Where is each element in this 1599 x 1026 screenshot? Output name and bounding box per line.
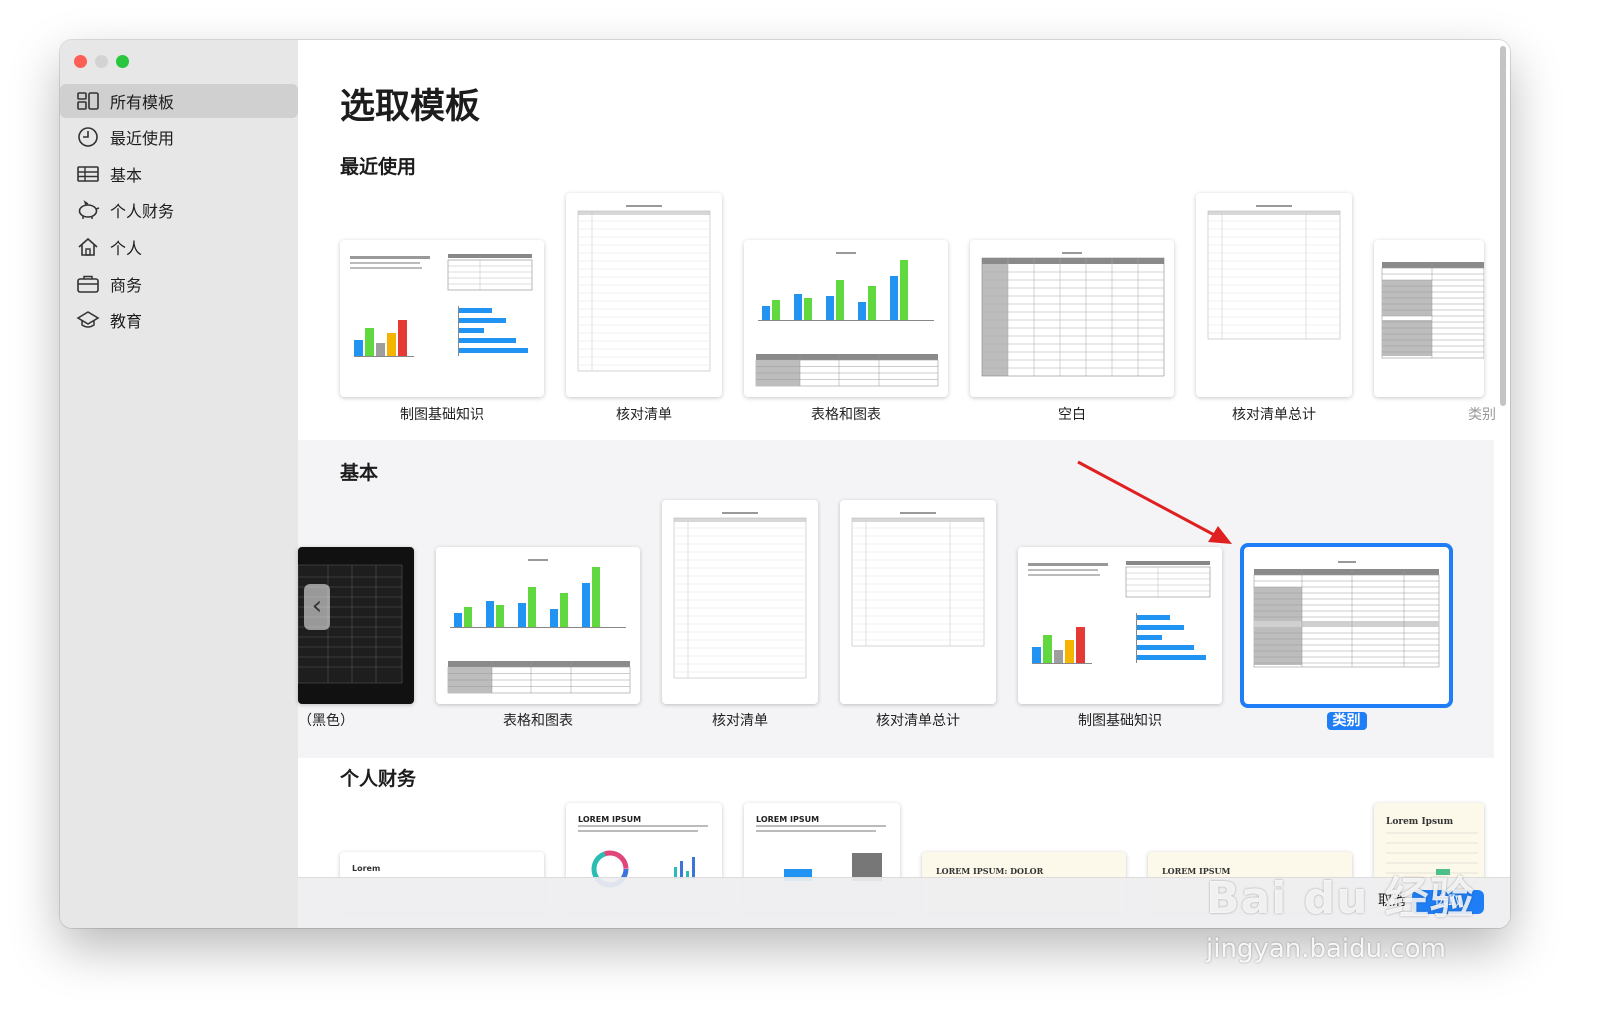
watermark-url: jingyan.baidu.com xyxy=(1206,934,1446,964)
graduation-cap-icon xyxy=(76,311,100,328)
section-title-recent: 最近使用 xyxy=(340,156,417,178)
piggy-bank-icon xyxy=(78,200,100,219)
table-icon xyxy=(77,166,99,182)
table-and-chart-preview xyxy=(447,559,631,694)
template-label: 表格和图表 xyxy=(811,407,881,423)
chart-basics-preview xyxy=(1028,561,1211,664)
vertical-scrollbar[interactable] xyxy=(1500,46,1506,406)
chart-basics-preview xyxy=(350,254,533,357)
template-label: （黑色） xyxy=(298,713,354,729)
blank-preview xyxy=(981,252,1165,377)
template-thumb-checklist-total[interactable] xyxy=(840,500,996,704)
template-label: 核对清单 xyxy=(616,407,672,423)
briefcase-icon xyxy=(77,275,99,293)
page-title: 选取模板 xyxy=(340,87,481,127)
template-chooser-window: 所有模板 最近使用 基本 个人财务 个人 商务 教育 选取模板 最近使用 制图基… xyxy=(60,40,1510,928)
template-label: 空白 xyxy=(1058,407,1086,423)
sidebar-item-label: 最近使用 xyxy=(110,129,175,148)
sidebar-item-all-templates[interactable]: 所有模板 xyxy=(60,84,298,118)
template-thumb-chart-basics[interactable] xyxy=(340,240,544,397)
template-label: 表格和图表 xyxy=(503,713,573,729)
selected-template-label: 类别 xyxy=(1326,712,1367,730)
template-label: 制图基础知识 xyxy=(1078,713,1162,729)
section-title-basic: 基本 xyxy=(340,462,379,484)
annotation-arrow xyxy=(1077,460,1232,544)
template-thumb-chart-basics[interactable] xyxy=(1018,547,1222,704)
close-window-button[interactable] xyxy=(74,55,87,68)
sidebar-item-label: 商务 xyxy=(110,276,143,295)
selected-template-label-wrap: 类别 xyxy=(1240,710,1453,730)
template-label: 核对清单总计 xyxy=(1232,407,1316,423)
sidebar-item-recent[interactable]: 最近使用 xyxy=(72,120,296,154)
template-thumb-checklist[interactable] xyxy=(662,500,818,704)
thumb-text: Lorem xyxy=(352,864,381,873)
checklist-total-preview xyxy=(1207,205,1341,340)
sidebar-item-basic[interactable]: 基本 xyxy=(72,157,296,191)
checklist-total-preview xyxy=(851,512,985,647)
template-label: 类别 xyxy=(1468,407,1496,423)
checklist-preview xyxy=(673,512,807,679)
sidebar: 所有模板 最近使用 基本 个人财务 个人 商务 教育 xyxy=(60,40,299,928)
checklist-rows xyxy=(578,220,710,366)
thumb-text: LOREM IPSUM: DOLOR xyxy=(936,866,1044,876)
zoom-window-button[interactable] xyxy=(116,55,129,68)
template-label: 制图基础知识 xyxy=(400,407,484,423)
checklist-preview xyxy=(577,205,711,372)
sidebar-item-personal[interactable]: 个人 xyxy=(72,230,296,264)
sidebar-item-label: 个人 xyxy=(110,239,143,258)
category-preview xyxy=(1253,561,1440,668)
template-label: 核对清单 xyxy=(712,713,768,729)
template-thumb-checklist-total[interactable] xyxy=(1196,193,1352,397)
category-preview xyxy=(1381,262,1484,359)
house-icon xyxy=(78,237,98,256)
sidebar-item-education[interactable]: 教育 xyxy=(72,303,296,337)
template-label: 核对清单总计 xyxy=(876,713,960,729)
sidebar-item-label: 教育 xyxy=(110,312,143,331)
grid-icon xyxy=(77,92,99,110)
sidebar-item-personal-finance[interactable]: 个人财务 xyxy=(72,193,296,227)
sidebar-item-label: 基本 xyxy=(110,166,143,185)
clock-icon xyxy=(78,127,98,147)
template-thumb-category-selected[interactable] xyxy=(1240,543,1453,708)
template-thumb-table-and-chart[interactable] xyxy=(744,240,948,397)
template-thumb-blank[interactable] xyxy=(970,240,1174,397)
watermark-brand: Bai du 经验 xyxy=(1206,873,1475,924)
sidebar-item-business[interactable]: 商务 xyxy=(72,267,296,301)
section-title-personal-finance: 个人财务 xyxy=(340,768,417,790)
minimize-window-button[interactable] xyxy=(95,55,108,68)
sidebar-item-label: 个人财务 xyxy=(110,202,175,221)
template-thumb-checklist[interactable] xyxy=(566,193,722,397)
table-and-chart-preview xyxy=(755,252,939,387)
template-thumb-black[interactable]: ‹ xyxy=(298,547,414,704)
scroll-left-button[interactable]: ‹ xyxy=(304,584,330,630)
template-thumb-category-partial[interactable] xyxy=(1374,240,1484,397)
template-gallery: 选取模板 最近使用 制图基础知识 核对清单 表格和图表 空白 核对清单总计 类别… xyxy=(298,40,1510,928)
template-thumb-table-and-chart[interactable] xyxy=(436,547,640,704)
sidebar-item-label: 所有模板 xyxy=(110,93,175,112)
